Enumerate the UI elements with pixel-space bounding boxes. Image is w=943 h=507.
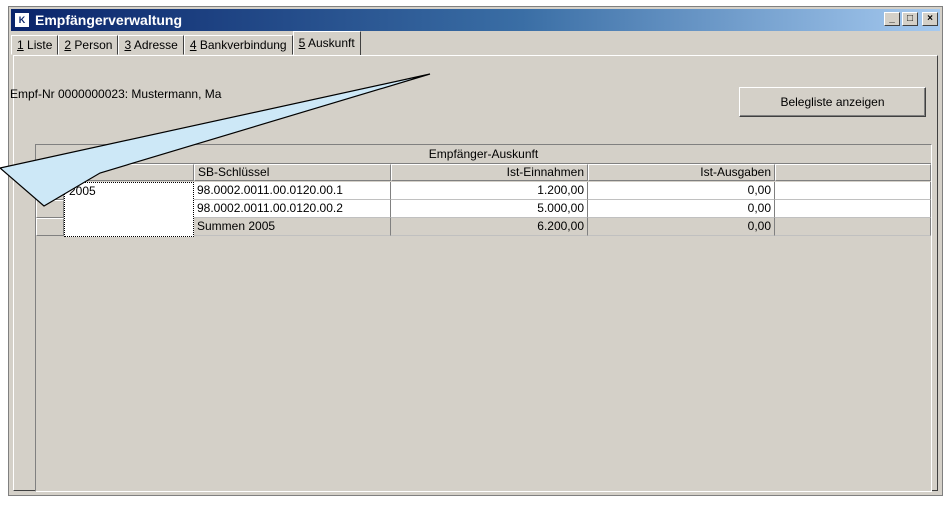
close-button[interactable]: × (922, 12, 938, 26)
app-icon: K (14, 12, 30, 28)
minimize-button[interactable]: _ (884, 12, 900, 26)
tab-person[interactable]: 2 Person (58, 35, 119, 55)
year-cell[interactable]: 2005 (64, 182, 194, 237)
cell-einnahmen[interactable]: 1.200,00 (391, 182, 588, 200)
cell-empty (775, 182, 931, 200)
header-sb-schluessel[interactable]: SB-Schlüssel (194, 164, 391, 181)
header-empty (775, 164, 931, 181)
maximize-button[interactable]: □ (902, 12, 918, 26)
cell-summen-einnahmen[interactable]: 6.200,00 (391, 218, 588, 236)
cell-empty (775, 218, 931, 236)
tab-auskunft[interactable]: 5 Auskunft (292, 31, 361, 55)
cell-einnahmen[interactable]: 5.000,00 (391, 200, 588, 218)
cell-sb-schluessel[interactable]: 98.0002.0011.00.0120.00.1 (194, 182, 391, 200)
cell-empty (775, 200, 931, 218)
window-title: Empfängerverwaltung (35, 12, 183, 28)
belegliste-button[interactable]: Belegliste anzeigen (739, 87, 926, 117)
header-ist-ausgaben[interactable]: Ist-Ausgaben (588, 164, 775, 181)
tab-liste[interactable]: 1 Liste (11, 35, 59, 55)
row-indicator-current[interactable] (36, 182, 64, 200)
grid-title: Empfänger-Auskunft (36, 145, 931, 164)
cell-ausgaben[interactable]: 0,00 (588, 200, 775, 218)
row-indicator[interactable] (36, 200, 64, 218)
recipient-info: Empf-Nr 0000000023: Mustermann, Ma (10, 87, 222, 101)
title-bar[interactable]: K Empfängerverwaltung _ □ × (11, 9, 940, 31)
header-ist-einnahmen[interactable]: Ist-Einnahmen (391, 164, 588, 181)
cell-sb-schluessel[interactable]: 98.0002.0011.00.0120.00.2 (194, 200, 391, 218)
tab-bar: 1 Liste 2 Person 3 Adresse 4 Bankverbind… (11, 31, 361, 55)
auskunft-grid[interactable]: Empfänger-Auskunft SB-Schlüssel Ist-Einn… (35, 144, 932, 492)
cell-summen-ausgaben[interactable]: 0,00 (588, 218, 775, 236)
header-indicator (36, 164, 64, 181)
header-year[interactable] (64, 164, 194, 181)
cell-summen-label[interactable]: Summen 2005 (194, 218, 391, 236)
current-row-arrow-icon (47, 187, 53, 197)
tab-adresse[interactable]: 3 Adresse (118, 35, 184, 55)
row-indicator[interactable] (36, 218, 64, 236)
tab-bankverbindung[interactable]: 4 Bankverbindung (183, 35, 293, 55)
cell-ausgaben[interactable]: 0,00 (588, 182, 775, 200)
